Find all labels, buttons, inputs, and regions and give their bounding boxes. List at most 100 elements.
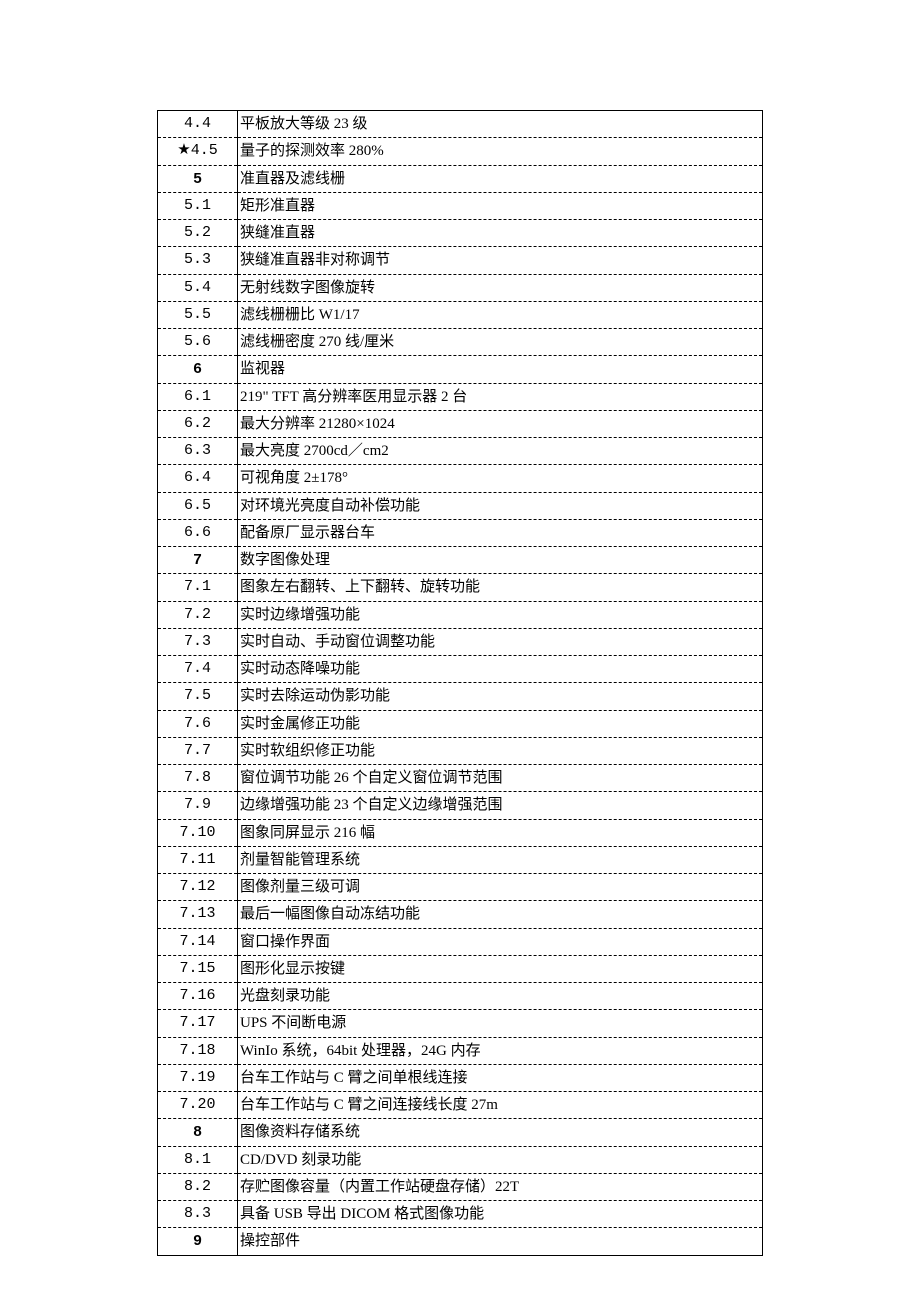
row-description: 滤线栅密度 270 线/厘米	[238, 329, 763, 356]
table-row: 7.6实时金属修正功能	[158, 710, 763, 737]
row-number: 6.3	[158, 438, 238, 465]
row-number: 6.4	[158, 465, 238, 492]
row-description: 最大亮度 2700cd／cm2	[238, 438, 763, 465]
row-number: 7.12	[158, 874, 238, 901]
row-number: 7.15	[158, 955, 238, 982]
row-description: 可视角度 2±178°	[238, 465, 763, 492]
table-row: 6.5对环境光亮度自动补偿功能	[158, 492, 763, 519]
row-number: 5.4	[158, 274, 238, 301]
row-number: 7.11	[158, 846, 238, 873]
table-row: 7.7实时软组织修正功能	[158, 737, 763, 764]
row-number: 8	[158, 1119, 238, 1146]
row-number: 8.3	[158, 1201, 238, 1228]
table-row: 7.8窗位调节功能 26 个自定义窗位调节范围	[158, 765, 763, 792]
row-number: 5.2	[158, 220, 238, 247]
table-row: 7.13最后一幅图像自动冻结功能	[158, 901, 763, 928]
table-row: 6.1219" TFT 高分辨率医用显示器 2 台	[158, 383, 763, 410]
table-row: 8.1CD/DVD 刻录功能	[158, 1146, 763, 1173]
table-row: 7.10图象同屏显示 216 幅	[158, 819, 763, 846]
row-description: 矩形准直器	[238, 192, 763, 219]
row-description: 实时软组织修正功能	[238, 737, 763, 764]
row-number: ★4.5	[158, 138, 238, 165]
row-number: 6	[158, 356, 238, 383]
row-description: 量子的探测效率 280%	[238, 138, 763, 165]
table-row: 9操控部件	[158, 1228, 763, 1255]
row-number: 7.14	[158, 928, 238, 955]
row-number: 7.8	[158, 765, 238, 792]
spec-table: 4.4平板放大等级 23 级★4.5量子的探测效率 280%5准直器及滤线栅5.…	[157, 110, 763, 1256]
row-number: 8.2	[158, 1173, 238, 1200]
table-row: 7.11剂量智能管理系统	[158, 846, 763, 873]
row-description: 平板放大等级 23 级	[238, 111, 763, 138]
row-description: 光盘刻录功能	[238, 983, 763, 1010]
row-description: 数字图像处理	[238, 547, 763, 574]
table-row: 5.1矩形准直器	[158, 192, 763, 219]
table-row: 7.1图象左右翻转、上下翻转、旋转功能	[158, 574, 763, 601]
table-row: 7.18WinIo 系统，64bit 处理器，24G 内存	[158, 1037, 763, 1064]
row-description: 监视器	[238, 356, 763, 383]
row-number: 7	[158, 547, 238, 574]
row-description: 图象同屏显示 216 幅	[238, 819, 763, 846]
row-number: 7.4	[158, 656, 238, 683]
table-row: 5.2狭缝准直器	[158, 220, 763, 247]
table-row: 6.4可视角度 2±178°	[158, 465, 763, 492]
row-number: 7.7	[158, 737, 238, 764]
table-row: 6.3最大亮度 2700cd／cm2	[158, 438, 763, 465]
row-description: 无射线数字图像旋转	[238, 274, 763, 301]
row-description: 对环境光亮度自动补偿功能	[238, 492, 763, 519]
table-row: 5.3狭缝准直器非对称调节	[158, 247, 763, 274]
page: 4.4平板放大等级 23 级★4.5量子的探测效率 280%5准直器及滤线栅5.…	[0, 0, 920, 1306]
row-description: 最后一幅图像自动冻结功能	[238, 901, 763, 928]
table-row: 6.6配备原厂显示器台车	[158, 519, 763, 546]
row-number: 7.10	[158, 819, 238, 846]
row-number: 5.1	[158, 192, 238, 219]
row-description: 219" TFT 高分辨率医用显示器 2 台	[238, 383, 763, 410]
row-description: 滤线栅栅比 W1/17	[238, 301, 763, 328]
table-row: 7.9边缘增强功能 23 个自定义边缘增强范围	[158, 792, 763, 819]
table-row: 7.20台车工作站与 C 臂之间连接线长度 27m	[158, 1092, 763, 1119]
row-number: 7.5	[158, 683, 238, 710]
table-row: 7.2实时边缘增强功能	[158, 601, 763, 628]
row-description: 窗口操作界面	[238, 928, 763, 955]
row-description: 台车工作站与 C 臂之间连接线长度 27m	[238, 1092, 763, 1119]
table-row: ★4.5量子的探测效率 280%	[158, 138, 763, 165]
row-description: 实时金属修正功能	[238, 710, 763, 737]
row-description: 实时边缘增强功能	[238, 601, 763, 628]
table-row: 7.16光盘刻录功能	[158, 983, 763, 1010]
row-number: 7.1	[158, 574, 238, 601]
table-row: 5准直器及滤线栅	[158, 165, 763, 192]
row-description: 窗位调节功能 26 个自定义窗位调节范围	[238, 765, 763, 792]
table-row: 5.6滤线栅密度 270 线/厘米	[158, 329, 763, 356]
table-row: 7数字图像处理	[158, 547, 763, 574]
table-row: 5.5滤线栅栅比 W1/17	[158, 301, 763, 328]
table-row: 7.3实时自动、手动窗位调整功能	[158, 628, 763, 655]
row-description: 图象左右翻转、上下翻转、旋转功能	[238, 574, 763, 601]
row-number: 6.2	[158, 410, 238, 437]
row-number: 7.18	[158, 1037, 238, 1064]
row-number: 5.5	[158, 301, 238, 328]
table-row: 7.4实时动态降噪功能	[158, 656, 763, 683]
table-row: 4.4平板放大等级 23 级	[158, 111, 763, 138]
row-number: 7.16	[158, 983, 238, 1010]
row-number: 7.2	[158, 601, 238, 628]
row-description: 台车工作站与 C 臂之间单根线连接	[238, 1064, 763, 1091]
table-row: 8图像资料存储系统	[158, 1119, 763, 1146]
row-number: 9	[158, 1228, 238, 1255]
row-description: 图像资料存储系统	[238, 1119, 763, 1146]
row-description: 准直器及滤线栅	[238, 165, 763, 192]
row-description: 具备 USB 导出 DICOM 格式图像功能	[238, 1201, 763, 1228]
row-number: 7.9	[158, 792, 238, 819]
row-description: UPS 不间断电源	[238, 1010, 763, 1037]
row-number: 7.13	[158, 901, 238, 928]
row-description: 最大分辨率 21280×1024	[238, 410, 763, 437]
row-number: 7.6	[158, 710, 238, 737]
row-number: 8.1	[158, 1146, 238, 1173]
row-description: 实时自动、手动窗位调整功能	[238, 628, 763, 655]
row-description: 存贮图像容量（内置工作站硬盘存储）22T	[238, 1173, 763, 1200]
row-number: 6.5	[158, 492, 238, 519]
row-number: 7.3	[158, 628, 238, 655]
table-row: 6监视器	[158, 356, 763, 383]
row-description: 狭缝准直器非对称调节	[238, 247, 763, 274]
row-number: 7.17	[158, 1010, 238, 1037]
row-number: 7.20	[158, 1092, 238, 1119]
